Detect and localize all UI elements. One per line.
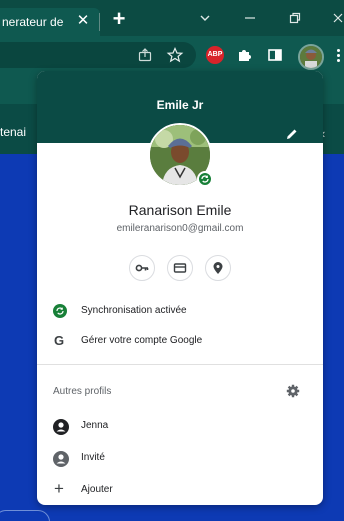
profile-email: emileranarison0@gmail.com [116,223,244,234]
tab-search-chevron-icon[interactable] [196,9,214,27]
more-menu-icon[interactable] [336,47,342,65]
tab-strip: nerateur de ✕ + [0,0,344,36]
add-profile-row[interactable]: + Ajouter [37,475,323,505]
browser-toolbar: ABP [0,36,344,74]
profile-row-jenna[interactable]: Jenna [37,411,323,441]
guest-account-icon [53,451,69,467]
other-profiles-heading: Autres profils [53,386,112,397]
location-pin-icon[interactable] [205,255,231,281]
profile-name-guest: Invité [81,452,105,463]
profile-full-name: Ranarison Emile [128,202,232,218]
bookmark-star-icon[interactable] [166,46,184,64]
side-panel-icon[interactable] [266,46,284,64]
adblock-plus-icon[interactable]: ABP [206,46,224,64]
password-key-icon[interactable] [129,255,155,281]
active-tab[interactable]: nerateur de ✕ [0,8,100,36]
google-g-icon: G [54,333,65,348]
sync-status-label: Synchronisation activée [81,305,187,316]
restore-button[interactable] [286,9,304,27]
minimize-button[interactable] [241,9,259,27]
tab-close-icon[interactable]: ✕ [74,12,92,30]
add-plus-icon: + [54,479,64,498]
manage-account-label: Gérer votre compte Google [81,335,203,346]
menu-divider [37,364,323,365]
share-icon[interactable] [136,46,154,64]
add-profile-label: Ajouter [81,484,113,495]
edit-pencil-icon[interactable] [285,127,299,141]
profile-header-name: Emile Jr [156,98,204,112]
account-filled-icon [53,419,69,435]
sync-status-row[interactable]: Synchronisation activée [37,296,323,326]
profile-name-jenna: Jenna [81,420,109,431]
payment-card-icon[interactable] [167,255,193,281]
close-window-button[interactable] [330,9,344,27]
tab-separator [99,13,100,31]
manage-profiles-gear-icon[interactable] [286,384,300,398]
profile-avatar-button[interactable] [298,44,324,70]
sync-icon [53,304,67,318]
page-partial-text: tenai [0,125,27,139]
profile-row-guest[interactable]: Invité [37,443,323,473]
extensions-puzzle-icon[interactable] [236,46,254,64]
new-tab-button[interactable]: + [110,8,128,30]
sync-status-badge [197,171,213,187]
profile-menu-popup: Emile Jr Ranarison Emile emileranarison0… [37,71,323,505]
tab-title: nerateur de [2,15,64,29]
page-pill-outline [0,510,50,521]
manage-google-account-row[interactable]: G Gérer votre compte Google [37,326,323,356]
